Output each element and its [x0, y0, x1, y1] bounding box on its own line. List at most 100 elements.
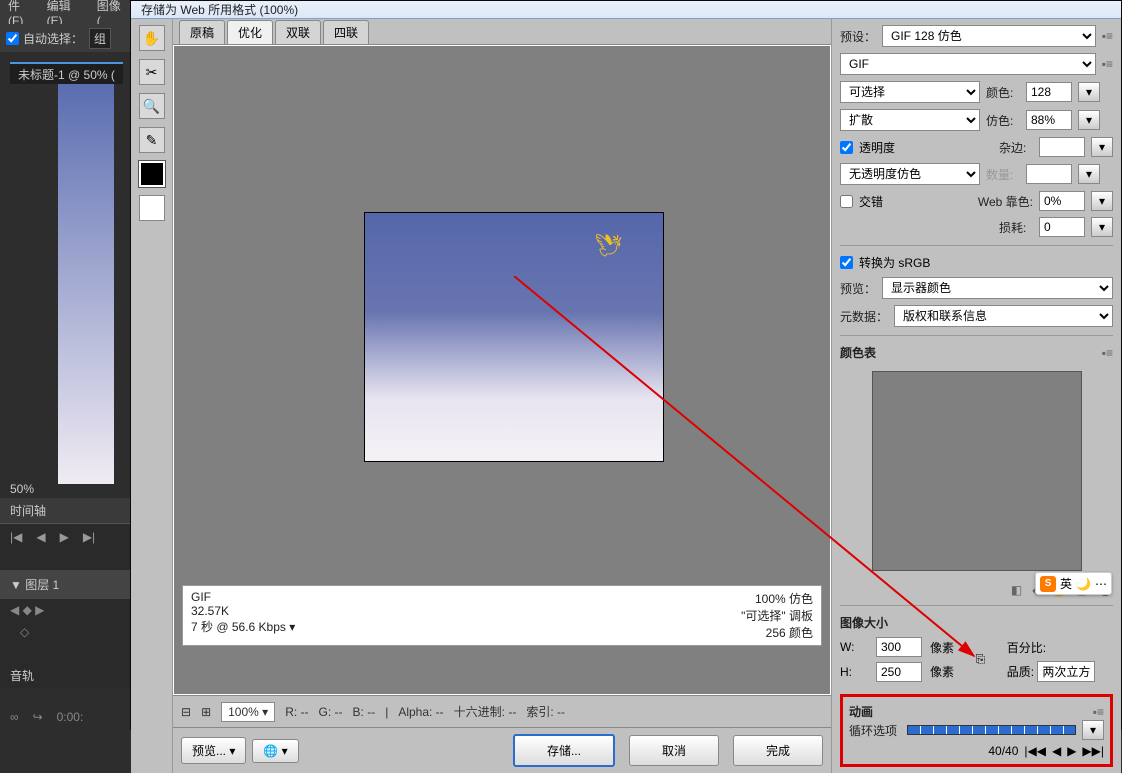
- sogou-icon: S: [1040, 576, 1056, 592]
- timeline-first-icon[interactable]: |◀: [10, 530, 22, 544]
- save-for-web-dialog: 存储为 Web 所用格式 (100%) ✋ ✂ 🔍 ✎ 原稿 优化 双联 四联 …: [130, 0, 1122, 730]
- dither-input[interactable]: [1026, 110, 1072, 130]
- loop-slider[interactable]: [907, 725, 1076, 735]
- browser-preview-icon[interactable]: 🌐 ▾: [252, 739, 298, 763]
- preview-button[interactable]: 预览... ▾: [181, 737, 246, 764]
- keyframe-controls[interactable]: ◀ ◆ ▶: [0, 599, 130, 621]
- footer-b[interactable]: ↪: [33, 710, 43, 724]
- readout-alpha: Alpha: --: [398, 705, 443, 719]
- preview-info: GIF 32.57K 7 秒 @ 56.6 Kbps ▾ 100% 仿色 "可选…: [182, 585, 822, 646]
- width-input[interactable]: [876, 637, 922, 657]
- format-dropdown[interactable]: GIF: [840, 53, 1096, 75]
- interlace-label: 交错: [859, 193, 883, 210]
- colortable-preview[interactable]: [872, 371, 1082, 571]
- lossy-label: 损耗:: [999, 219, 1033, 236]
- zoom-tool-icon[interactable]: 🔍: [139, 93, 165, 119]
- animation-menu-icon[interactable]: ▪≡: [1093, 705, 1104, 719]
- footer-a[interactable]: ∞: [10, 710, 19, 724]
- slice-visibility-icon[interactable]: [139, 195, 165, 221]
- info-speed: 7 秒 @ 56.6 Kbps: [191, 620, 286, 634]
- keyframe-dot[interactable]: ◇: [0, 621, 130, 643]
- timeline-play-icon[interactable]: ▶: [60, 530, 69, 544]
- info-palette: "可选择" 调板: [741, 607, 813, 624]
- audio-track[interactable]: 音轨: [0, 663, 130, 688]
- animation-title: 动画: [849, 703, 873, 720]
- colors-input[interactable]: [1026, 82, 1072, 102]
- preset-label: 预设：: [840, 28, 876, 45]
- preview-canvas[interactable]: 🕊 GIF 32.57K 7 秒 @ 56.6 Kbps ▾ 100% 仿色 "…: [173, 45, 831, 695]
- done-button[interactable]: 完成: [733, 735, 823, 766]
- transparency-checkbox[interactable]: [840, 141, 853, 154]
- autoselect-checkbox[interactable]: [6, 32, 19, 45]
- frame-last-icon[interactable]: ▶▶|: [1082, 744, 1104, 758]
- ime-moon-icon[interactable]: 🌙: [1076, 577, 1091, 591]
- frame-prev-icon[interactable]: ◀: [1052, 744, 1061, 758]
- lossy-input[interactable]: [1039, 217, 1085, 237]
- layer-name[interactable]: 图层 1: [25, 578, 59, 592]
- colors-stepper[interactable]: ▾: [1078, 82, 1100, 102]
- zoom-in-icon[interactable]: ⊞: [201, 705, 211, 719]
- reduction-dropdown[interactable]: 可选择: [840, 81, 980, 103]
- colortable-menu-icon[interactable]: ▪≡: [1102, 346, 1113, 360]
- px-label-2: 像素: [930, 663, 972, 680]
- zoom-level[interactable]: 50%: [10, 482, 34, 496]
- preview-label: 预览：: [840, 280, 876, 297]
- loop-dropdown[interactable]: ▾: [1082, 720, 1104, 740]
- readout-g: G: --: [319, 705, 343, 719]
- quality-dropdown[interactable]: 两次立方: [1037, 661, 1095, 682]
- tab-optimized[interactable]: 优化: [227, 20, 273, 44]
- cancel-button[interactable]: 取消: [629, 735, 719, 766]
- doc-preview-bg: [58, 84, 114, 484]
- zoom-dropdown[interactable]: 100% ▾: [221, 702, 275, 722]
- optimize-menu-icon[interactable]: ▪≡: [1102, 57, 1113, 71]
- quality-label: 品质:: [1007, 665, 1034, 679]
- ct-icon-1[interactable]: ◧: [1011, 583, 1022, 597]
- frame-play-icon[interactable]: ▶: [1067, 744, 1076, 758]
- trans-dither-dropdown[interactable]: 无透明度仿色: [840, 163, 980, 185]
- timeline-prev-icon[interactable]: ◀: [36, 530, 45, 544]
- hand-tool-icon[interactable]: ✋: [139, 25, 165, 51]
- matte-dropdown[interactable]: ▾: [1091, 137, 1113, 157]
- websnap-stepper[interactable]: ▾: [1091, 191, 1113, 211]
- width-label: W:: [840, 640, 872, 654]
- matte-label: 杂边:: [999, 139, 1033, 156]
- amount-label: 数量:: [986, 166, 1020, 183]
- transparency-label: 透明度: [859, 139, 895, 156]
- zoom-out-icon[interactable]: ⊟: [181, 705, 191, 719]
- link-icon[interactable]: ⎘: [976, 652, 1003, 667]
- preset-dropdown[interactable]: GIF 128 仿色: [882, 25, 1096, 47]
- matte-input[interactable]: [1039, 137, 1085, 157]
- srgb-checkbox[interactable]: [840, 256, 853, 269]
- lossy-stepper[interactable]: ▾: [1091, 217, 1113, 237]
- dither-method-dropdown[interactable]: 扩散: [840, 109, 980, 131]
- eyedropper-tool-icon[interactable]: ✎: [139, 127, 165, 153]
- tab-2up[interactable]: 双联: [275, 20, 321, 44]
- frame-first-icon[interactable]: |◀◀: [1024, 744, 1046, 758]
- tab-original[interactable]: 原稿: [179, 20, 225, 44]
- metadata-label: 元数据：: [840, 308, 888, 325]
- document-tab[interactable]: 未标题-1 @ 50% (: [10, 62, 123, 84]
- preview-dropdown[interactable]: 显示器颜色: [882, 277, 1113, 299]
- slice-tool-icon[interactable]: ✂: [139, 59, 165, 85]
- websnap-input[interactable]: [1039, 191, 1085, 211]
- ime-overlay[interactable]: S 英 🌙 ⋯: [1035, 572, 1112, 595]
- autoselect-dropdown[interactable]: 组: [89, 28, 111, 49]
- info-dither: 100% 仿色: [741, 590, 813, 607]
- info-size: 32.57K: [191, 604, 295, 618]
- eyedropper-color[interactable]: [139, 161, 165, 187]
- animation-section: 动画▪≡ 循环选项 ▾ 40/40 |◀◀ ◀ ▶ ▶▶|: [840, 694, 1113, 767]
- metadata-dropdown[interactable]: 版权和联系信息: [894, 305, 1113, 327]
- dither-stepper[interactable]: ▾: [1078, 110, 1100, 130]
- ime-lang: 英: [1060, 575, 1072, 592]
- save-button[interactable]: 存储...: [513, 734, 615, 767]
- timeline-next-icon[interactable]: ▶|: [83, 530, 95, 544]
- footer-time: 0:00:: [57, 710, 84, 724]
- height-input[interactable]: [876, 662, 922, 682]
- ime-menu-icon[interactable]: ⋯: [1095, 577, 1107, 591]
- tab-4up[interactable]: 四联: [323, 20, 369, 44]
- readout-index: 索引: --: [526, 703, 565, 720]
- interlace-checkbox[interactable]: [840, 195, 853, 208]
- preset-menu-icon[interactable]: ▪≡: [1102, 29, 1113, 43]
- bird-icon: 🕊: [595, 233, 623, 259]
- readout-r: R: --: [285, 705, 308, 719]
